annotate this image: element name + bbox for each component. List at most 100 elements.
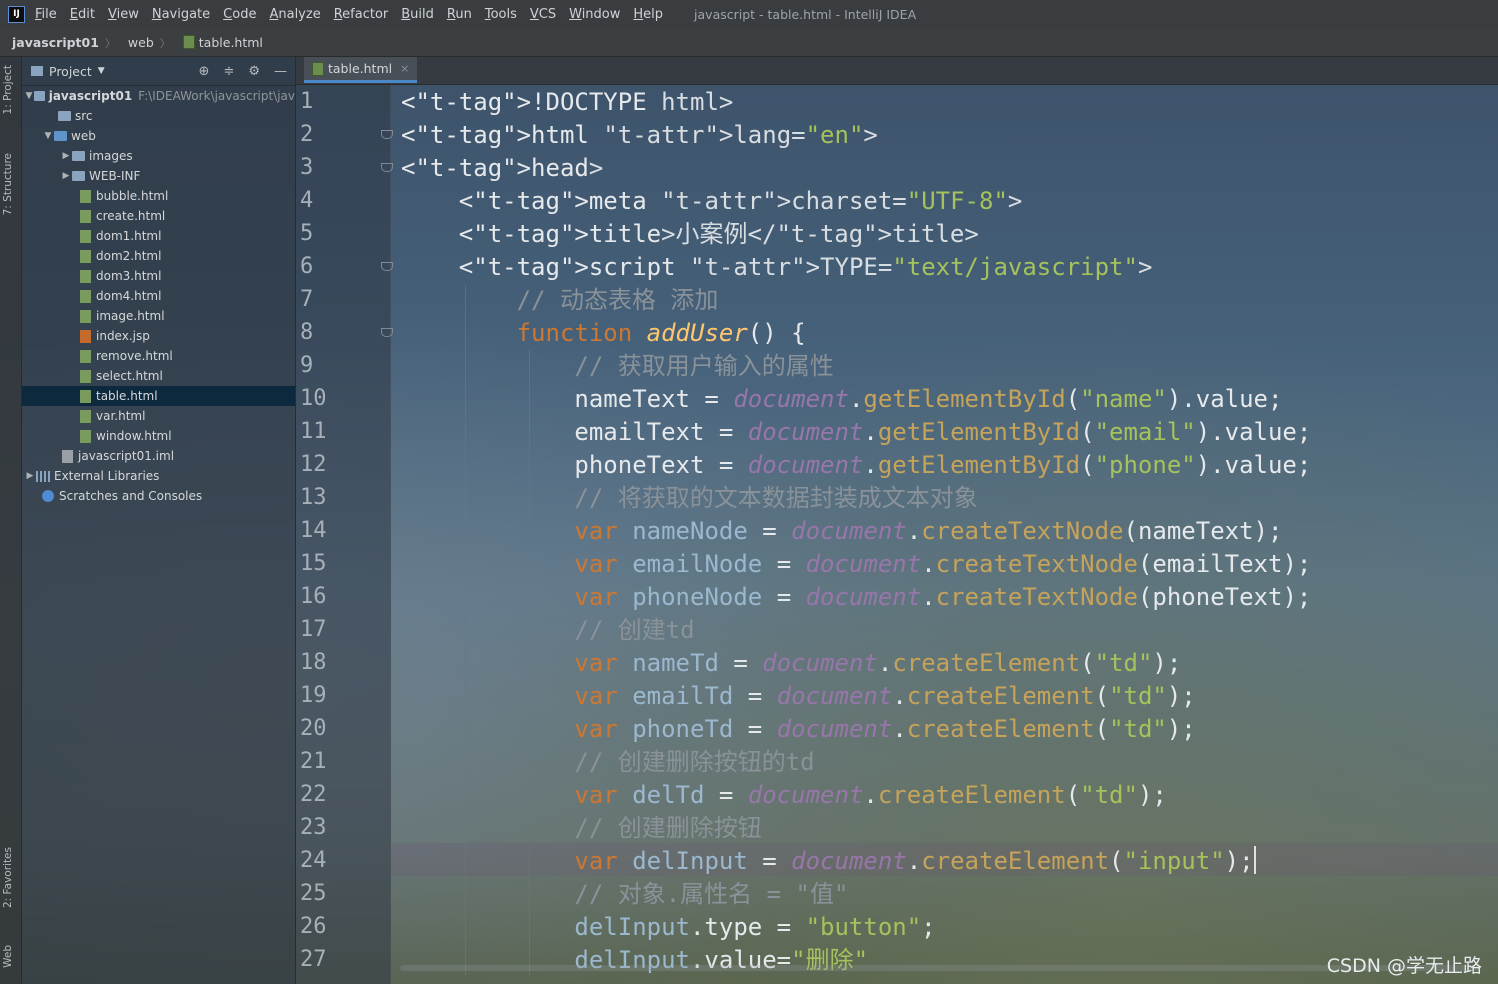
- tree-item-web-inf[interactable]: ▶ WEB-INF: [22, 166, 295, 186]
- tree-root[interactable]: ▼ javascript01 F:\IDEAWork\javascript\ja…: [22, 86, 296, 106]
- close-icon[interactable]: ×: [400, 62, 409, 75]
- tree-item-file[interactable]: var.html: [22, 406, 295, 426]
- code-line[interactable]: <"t-tag">html "t-attr">lang="en">: [401, 118, 1498, 151]
- menu-refactor[interactable]: Refactor: [334, 7, 389, 22]
- code-line[interactable]: <"t-tag">head>: [401, 151, 1498, 184]
- line-number: 14: [300, 518, 327, 543]
- menu-navigate[interactable]: Navigate: [152, 7, 210, 22]
- menu-vcs[interactable]: VCS: [530, 7, 556, 22]
- fold-marker-icon[interactable]: [381, 130, 393, 139]
- chevron-down-icon[interactable]: ▼: [98, 66, 105, 76]
- menu-run[interactable]: Run: [447, 7, 472, 22]
- expand-arrow-icon[interactable]: ▼: [42, 131, 54, 141]
- menu-window[interactable]: Window: [569, 7, 620, 22]
- code-line[interactable]: var phoneTd = document.createElement("td…: [401, 712, 1498, 745]
- tree-item-label: src: [75, 109, 93, 123]
- code-line[interactable]: var delInput = document.createElement("i…: [401, 844, 1498, 877]
- code-line[interactable]: // 将获取的文本数据封装成文本对象: [401, 481, 1498, 514]
- tree-item-file-selected[interactable]: table.html: [22, 386, 295, 406]
- tree-item-file[interactable]: dom3.html: [22, 266, 295, 286]
- tree-item-file[interactable]: javascript01.iml: [22, 446, 295, 466]
- tab-favorites-toolwindow[interactable]: 2: Favorites: [2, 847, 14, 908]
- navigation-bar: javascript01 〉 web 〉 table.html: [0, 29, 1498, 57]
- tree-item-web[interactable]: ▼ web: [22, 126, 295, 146]
- locate-icon[interactable]: ⊕: [199, 64, 210, 79]
- line-number: 6: [300, 254, 314, 279]
- menu-view[interactable]: View: [108, 7, 139, 22]
- tree-item-scratches[interactable]: Scratches and Consoles: [22, 486, 295, 506]
- menu-code[interactable]: Code: [223, 7, 256, 22]
- collapsed-arrow-icon[interactable]: ▶: [24, 471, 36, 481]
- hide-icon[interactable]: —: [274, 64, 287, 79]
- line-number: 17: [300, 617, 327, 642]
- collapse-all-icon[interactable]: ≑: [223, 64, 234, 79]
- code-line[interactable]: <"t-tag">title>小案例</"t-tag">title>: [401, 217, 1498, 250]
- code-line[interactable]: <"t-tag">meta "t-attr">charset="UTF-8">: [401, 184, 1498, 217]
- code-line[interactable]: function addUser() {: [401, 316, 1498, 349]
- breadcrumb-separator-icon: 〉: [159, 36, 171, 50]
- tree-item-file[interactable]: index.jsp: [22, 326, 295, 346]
- code-line[interactable]: var delTd = document.createElement("td")…: [401, 778, 1498, 811]
- code-line[interactable]: var phoneNode = document.createTextNode(…: [401, 580, 1498, 613]
- collapsed-arrow-icon[interactable]: ▶: [60, 151, 72, 161]
- code-line[interactable]: var emailNode = document.createTextNode(…: [401, 547, 1498, 580]
- tab-structure-toolwindow[interactable]: 7: Structure: [2, 153, 14, 215]
- tree-item-file[interactable]: dom4.html: [22, 286, 295, 306]
- code-line[interactable]: // 创建删除按钮: [401, 811, 1498, 844]
- tab-project-toolwindow[interactable]: 1: Project: [2, 65, 14, 114]
- code-line[interactable]: <"t-tag">!DOCTYPE html>: [401, 85, 1498, 118]
- horizontal-scrollbar[interactable]: [400, 965, 1480, 971]
- line-number: 12: [300, 452, 327, 477]
- breadcrumb-file[interactable]: table.html: [171, 35, 269, 50]
- code-editor[interactable]: <"t-tag">!DOCTYPE html> <"t-tag">html "t-…: [401, 85, 1498, 976]
- window-title: javascript - table.html - IntelliJ IDEA: [694, 7, 917, 22]
- menu-edit[interactable]: Edit: [70, 7, 95, 22]
- gear-icon[interactable]: ⚙: [248, 64, 260, 79]
- tree-item-external-libraries[interactable]: ▶ External Libraries: [22, 466, 295, 486]
- tree-item-file[interactable]: bubble.html: [22, 186, 295, 206]
- tree-item-file[interactable]: remove.html: [22, 346, 295, 366]
- menu-build[interactable]: Build: [401, 7, 434, 22]
- tree-item-file[interactable]: image.html: [22, 306, 295, 326]
- breadcrumb-folder[interactable]: web: [116, 35, 160, 50]
- expand-arrow-icon[interactable]: ▼: [24, 91, 34, 101]
- tree-item-file[interactable]: dom2.html: [22, 246, 295, 266]
- tab-web-toolwindow[interactable]: Web: [2, 945, 14, 968]
- code-line[interactable]: var nameTd = document.createElement("td"…: [401, 646, 1498, 679]
- tree-item-src[interactable]: src: [22, 106, 295, 126]
- project-panel-header: Project ▼ ⊕ ≑ ⚙ —: [22, 57, 295, 86]
- code-line[interactable]: // 创建td: [401, 613, 1498, 646]
- code-line[interactable]: // 动态表格 添加: [401, 283, 1498, 316]
- html-file-icon: [80, 409, 91, 423]
- project-view-selector[interactable]: Project: [49, 64, 92, 79]
- tree-item-file[interactable]: dom1.html: [22, 226, 295, 246]
- code-line[interactable]: // 获取用户输入的属性: [401, 349, 1498, 382]
- menu-tools[interactable]: Tools: [485, 7, 517, 22]
- code-line[interactable]: <"t-tag">script "t-attr">TYPE="text/java…: [401, 250, 1498, 283]
- code-line[interactable]: var emailTd = document.createElement("td…: [401, 679, 1498, 712]
- fold-marker-icon[interactable]: [381, 163, 393, 172]
- code-line[interactable]: nameText = document.getElementById("name…: [401, 382, 1498, 415]
- fold-marker-icon[interactable]: [381, 262, 393, 271]
- menu-analyze[interactable]: Analyze: [269, 7, 320, 22]
- tree-item-file[interactable]: select.html: [22, 366, 295, 386]
- menu-file[interactable]: File: [35, 7, 57, 22]
- collapsed-arrow-icon[interactable]: ▶: [60, 171, 72, 181]
- tree-item-file[interactable]: window.html: [22, 426, 295, 446]
- line-number: 16: [300, 584, 327, 609]
- tab-table-html[interactable]: table.html ×: [304, 57, 418, 83]
- code-line[interactable]: phoneText = document.getElementById("pho…: [401, 448, 1498, 481]
- line-number: 7: [300, 287, 314, 312]
- tree-item-images[interactable]: ▶ images: [22, 146, 295, 166]
- code-line[interactable]: emailText = document.getElementById("ema…: [401, 415, 1498, 448]
- html-file-icon: [80, 429, 91, 443]
- code-line[interactable]: // 创建删除按钮的td: [401, 745, 1498, 778]
- code-line[interactable]: // 对象.属性名 = "值": [401, 877, 1498, 910]
- menu-help[interactable]: Help: [633, 7, 663, 22]
- code-line[interactable]: delInput.type = "button";: [401, 910, 1498, 943]
- tree-item-file[interactable]: create.html: [22, 206, 295, 226]
- fold-marker-icon[interactable]: [381, 328, 393, 337]
- code-line[interactable]: var nameNode = document.createTextNode(n…: [401, 514, 1498, 547]
- tree-item-label: var.html: [96, 409, 146, 423]
- breadcrumb-project[interactable]: javascript01: [0, 35, 105, 50]
